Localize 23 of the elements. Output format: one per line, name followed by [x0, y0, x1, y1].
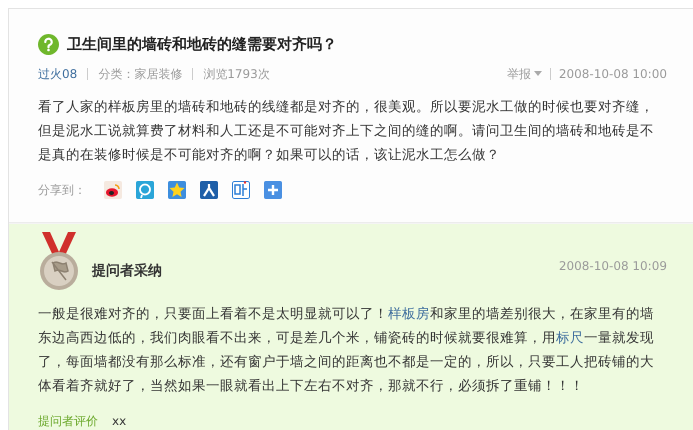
category-label: 分类：家居装修	[98, 66, 182, 82]
question-time: 2008-10-08 10:00	[558, 66, 667, 82]
text-link[interactable]: 样板房	[388, 306, 430, 322]
accepted-answer-label: 提问者采纳	[92, 262, 162, 281]
question-text: 看了人家的样板房里的墙砖和地砖的线缝都是对齐的，很美观。所以要泥水工做的时候也要对齐缝，但是泥水工说就算费了材料和人工还是不可能对齐上下之间的缝的啊。请问卫生间的墙砖和地砖是不是真的在装修时候是不可能对齐的啊？如果可以的话，该让泥水工怎么做？	[38, 98, 655, 164]
author-link[interactable]: 过火08	[38, 64, 78, 82]
share-label: 分享到：	[38, 182, 86, 198]
view-count: 浏览1793次	[203, 66, 270, 82]
plus-icon[interactable]	[264, 180, 282, 198]
caret-icon	[534, 71, 542, 76]
text-link[interactable]: 标尺	[556, 330, 584, 346]
person-icon[interactable]	[200, 180, 218, 198]
answer-time: 2008-10-08 10:09	[558, 258, 667, 275]
rating-value: xx	[112, 413, 126, 430]
rating-label: 提问者评价	[38, 413, 98, 430]
star-icon[interactable]	[168, 180, 186, 198]
question-title: 卫生间里的墙砖和地砖的缝需要对齐吗？	[67, 34, 337, 55]
medal-icon	[38, 232, 80, 292]
answer-text: 一般是很难对齐的，只要面上看着不是太明显就可以了！样板房和家里的墙差别很大，在家里有的墙东边高西边低的，我们肉眼看不出来，可是差几个米，铺瓷砖的时候就要很难算，用标尺一量就发现了，每面墙都没有那么标准，还有窗户于墙之间的距离也不都是一定的，所以，只要工人把砖铺的大体看着齐就好了，当然如果一眼就看出上下左右不对齐，那就不行，必须拆了重铺！！！	[38, 305, 655, 396]
weibo-icon[interactable]	[104, 180, 122, 198]
question-icon	[38, 34, 59, 55]
report-dropdown[interactable]: 举报	[506, 64, 542, 82]
post-icon[interactable]	[232, 180, 250, 198]
